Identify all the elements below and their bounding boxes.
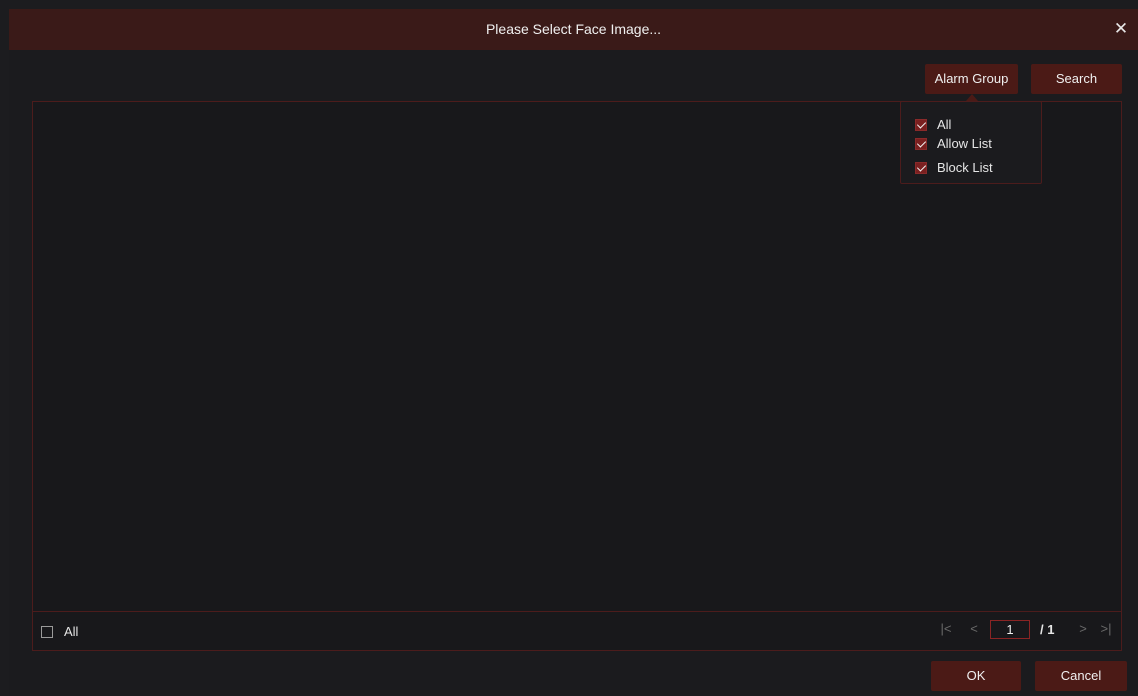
select-all-label: All (64, 624, 79, 639)
checkbox-checked-icon[interactable] (915, 138, 927, 150)
alarm-group-dropdown: All Allow List Block List (900, 101, 1042, 184)
page-total: / 1 (1040, 622, 1055, 637)
option-label: Block List (937, 160, 993, 175)
alarm-group-button[interactable]: Alarm Group (925, 64, 1018, 94)
dialog-titlebar: Please Select Face Image... ✕ (9, 9, 1138, 50)
footer-divider (33, 611, 1121, 612)
cancel-button[interactable]: Cancel (1035, 661, 1127, 691)
search-button[interactable]: Search (1031, 64, 1122, 94)
ok-button[interactable]: OK (931, 661, 1021, 691)
next-page-icon[interactable]: > (1076, 621, 1090, 636)
option-label: Allow List (937, 136, 992, 151)
face-image-dialog: Please Select Face Image... ✕ Alarm Grou… (9, 9, 1138, 696)
prev-page-icon[interactable]: < (967, 621, 981, 636)
checkbox-checked-icon[interactable] (915, 162, 927, 174)
first-page-icon[interactable]: |< (939, 621, 953, 636)
dialog-title: Please Select Face Image... (485, 21, 662, 37)
dropdown-caret-icon (966, 94, 978, 101)
checkbox-checked-icon[interactable] (915, 119, 927, 131)
page-number-input[interactable] (990, 620, 1030, 639)
last-page-icon[interactable]: >| (1099, 621, 1113, 636)
select-all-checkbox[interactable] (41, 626, 53, 638)
close-icon[interactable]: ✕ (1110, 18, 1132, 40)
option-label: All (937, 117, 952, 132)
